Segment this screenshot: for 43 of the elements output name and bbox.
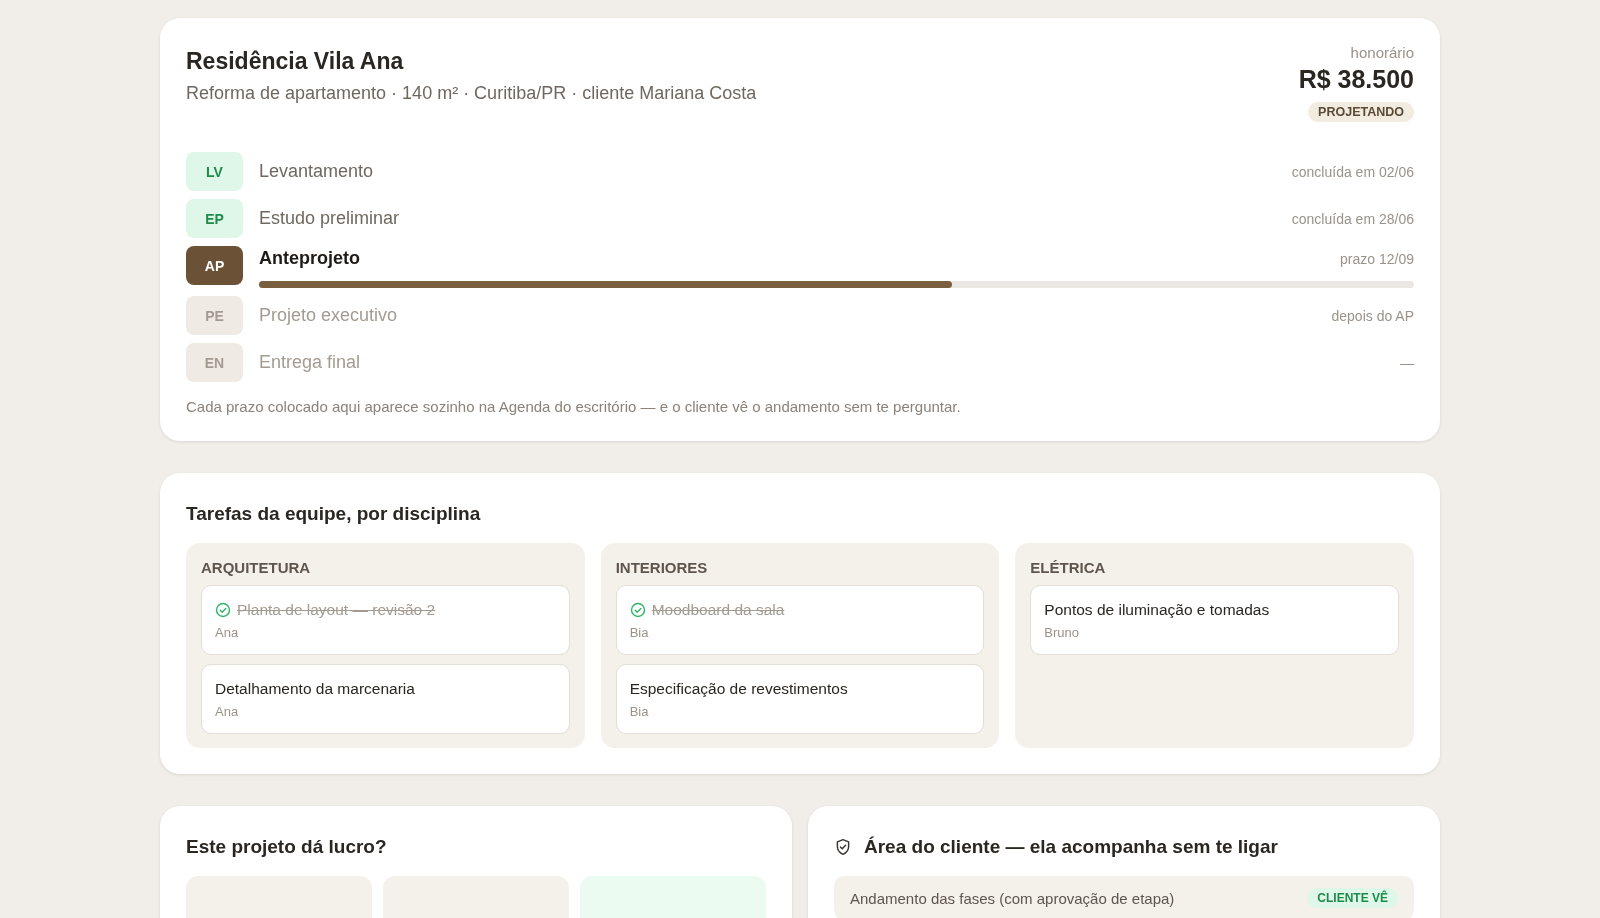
discipline-name: ELÉTRICA	[1030, 559, 1107, 576]
project-subtitle: Reforma de apartamento · 140 m² · Curitiba/PR · cliente Mariana Costa	[186, 83, 757, 104]
visibility-badge: CLIENTE VÊ	[1307, 888, 1398, 908]
task-card[interactable]: Pontos de iluminação e tomadas Bruno	[1030, 585, 1399, 655]
task-title: Moodboard da sala	[651, 601, 785, 619]
phase-note: concluída em 02/06	[1291, 163, 1414, 180]
fee-amount: R$ 38.500	[1298, 65, 1414, 94]
phase-code-badge: AP	[186, 246, 243, 285]
phase-name: Anteprojeto	[259, 248, 360, 269]
task-card[interactable]: Detalhamento da marcenaria Ana	[201, 664, 570, 734]
shield-check-icon	[834, 838, 852, 856]
section-title: Tarefas da equipe, por disciplina	[186, 503, 482, 525]
task-assignee: Bia	[629, 625, 650, 640]
phase-name: Entrega final	[259, 351, 361, 373]
discipline-name: INTERIORES	[615, 559, 709, 576]
phase-name: Estudo preliminar	[259, 207, 400, 229]
phase-code-badge: LV	[186, 152, 243, 191]
phase-note: depois do AP	[1331, 307, 1414, 324]
task-title: Detalhamento da marcenaria	[215, 680, 415, 698]
status-badge: PROJETANDO	[1308, 102, 1414, 122]
task-assignee: Ana	[215, 625, 240, 640]
phase-name: Levantamento	[259, 160, 374, 182]
phase-code-badge: PE	[186, 296, 243, 335]
phase-note: —	[1400, 354, 1414, 371]
discipline-name: ARQUITETURA	[201, 559, 312, 576]
section-title: Este projeto dá lucro?	[186, 836, 388, 858]
task-card[interactable]: Especificação de revestimentos Bia	[615, 664, 985, 734]
task-title: Planta de layout — revisão 2	[237, 601, 436, 619]
phase-note: prazo 12/09	[1340, 251, 1414, 267]
task-assignee: Ana	[215, 704, 240, 719]
phase-code-badge: EP	[186, 199, 243, 238]
phase-name: Projeto executivo	[259, 304, 398, 326]
task-title: Pontos de iluminação e tomadas	[1044, 601, 1270, 619]
project-title: Residência Vila Ana	[186, 48, 405, 75]
task-title: Especificação de revestimentos	[629, 680, 848, 698]
fee-label: honorário	[1350, 44, 1414, 61]
phases-footnote: Cada prazo colocado aqui aparece sozinho na Agenda do escritório — e o cliente vê o andamento sem te perguntar.	[186, 398, 962, 415]
section-title: Área do cliente — ela acompanha sem te ligar	[864, 836, 1278, 858]
phase-note: concluída em 28/06	[1291, 210, 1414, 227]
row-label: Andamento das fases (com aprovação de etapa)	[850, 889, 1175, 907]
task-assignee: Bia	[629, 704, 650, 719]
phase-code-badge: EN	[186, 343, 243, 382]
task-assignee: Bruno	[1044, 625, 1081, 640]
